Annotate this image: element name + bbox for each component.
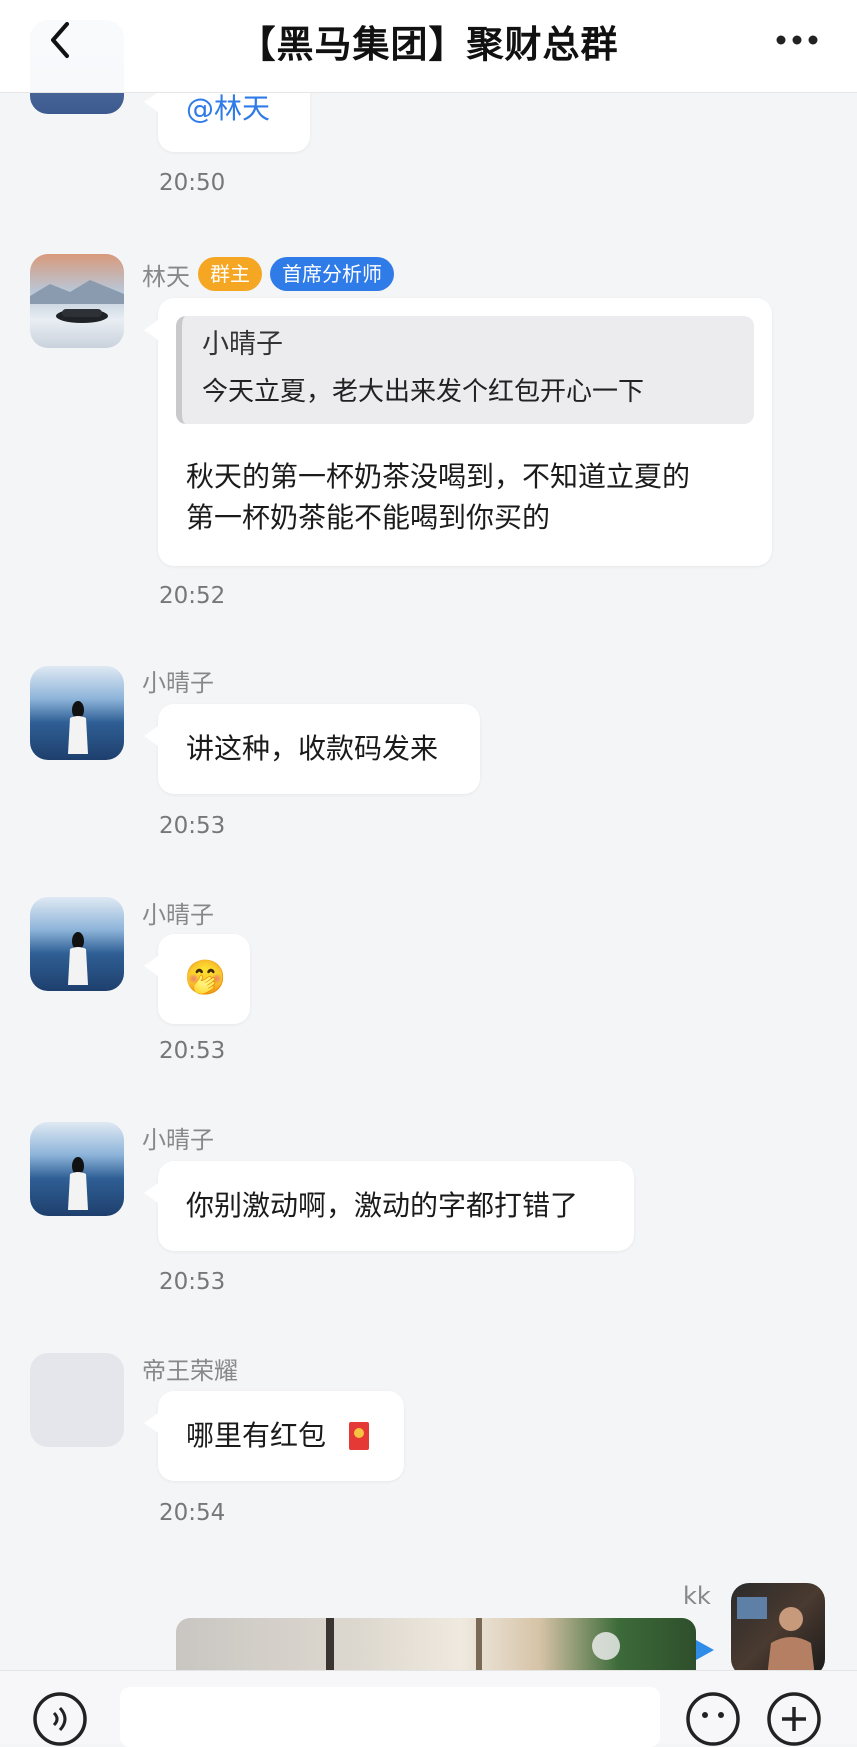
sender-name: 小晴子 bbox=[142, 900, 214, 929]
sender-name: 林天 bbox=[142, 262, 190, 291]
more-dots-icon bbox=[776, 35, 818, 45]
sender-name: kk bbox=[683, 1582, 711, 1610]
message-time: 20:54 bbox=[159, 1500, 226, 1526]
quote-author: 小晴子 bbox=[202, 329, 283, 360]
message-time: 20:52 bbox=[159, 583, 226, 609]
avatar[interactable] bbox=[30, 666, 124, 760]
message-time: 20:50 bbox=[159, 170, 226, 196]
mention-text[interactable]: @林天 bbox=[186, 88, 270, 129]
sender-name: 小晴子 bbox=[142, 1125, 214, 1154]
red-packet-icon bbox=[349, 1422, 369, 1450]
chat-title: 【黑马集团】聚财总群 bbox=[238, 23, 619, 66]
message-text: 你别激动啊，激动的字都打错了 bbox=[186, 1189, 579, 1222]
avatar[interactable] bbox=[30, 1122, 124, 1216]
message-text-line: 秋天的第一杯奶茶没喝到，不知道立夏的 bbox=[186, 460, 691, 493]
message-text: 讲这种，收款码发来 bbox=[186, 732, 439, 765]
message-bubble[interactable]: 你别激动啊，激动的字都打错了 bbox=[144, 1161, 634, 1251]
photo-content bbox=[326, 1618, 620, 1670]
avatar[interactable] bbox=[30, 1353, 124, 1447]
input-bar bbox=[0, 1670, 857, 1747]
message-bubble[interactable]: 🤭 bbox=[144, 934, 250, 1024]
chat-header: 【黑马集团】聚财总群 bbox=[0, 0, 857, 93]
title-badge: 首席分析师 bbox=[270, 257, 394, 291]
person-avatar-image bbox=[737, 1597, 815, 1677]
girl-avatar-image bbox=[68, 1157, 88, 1210]
voice-icon[interactable] bbox=[32, 1691, 88, 1747]
message-bubble[interactable]: 讲这种，收款码发来 bbox=[144, 704, 480, 794]
girl-avatar-image bbox=[68, 932, 88, 985]
message-text: 哪里有红包 bbox=[186, 1419, 327, 1452]
message-time: 20:53 bbox=[159, 1038, 226, 1064]
car-avatar-image bbox=[30, 280, 124, 323]
sender-row: 帝王荣耀 bbox=[142, 1350, 238, 1386]
owner-badge: 群主 bbox=[198, 257, 262, 291]
sender-name: 小晴子 bbox=[142, 668, 214, 697]
quote-text: 今天立夏，老大出来发个红包开心一下 bbox=[202, 377, 645, 407]
message-time: 20:53 bbox=[159, 1269, 226, 1295]
message-bubble[interactable]: 哪里有红包 bbox=[144, 1391, 404, 1481]
bubble-tail-icon bbox=[696, 1640, 714, 1660]
avatar[interactable] bbox=[731, 1583, 825, 1677]
sender-row: 小晴子 bbox=[142, 1119, 214, 1155]
avatar[interactable] bbox=[30, 897, 124, 991]
sender-row: 小晴子 bbox=[142, 662, 214, 698]
emoji-sticker: 🤭 bbox=[184, 958, 227, 998]
avatar[interactable] bbox=[30, 254, 124, 348]
girl-avatar-image bbox=[68, 701, 88, 754]
emoji-icon[interactable] bbox=[685, 1691, 741, 1747]
plus-icon[interactable] bbox=[766, 1691, 822, 1747]
sender-row: 林天 群主 首席分析师 bbox=[142, 256, 394, 292]
more-button[interactable] bbox=[767, 14, 827, 66]
message-text-line: 第一杯奶茶能不能喝到你买的 bbox=[186, 501, 551, 534]
shared-image-message[interactable] bbox=[176, 1618, 696, 1670]
message-input[interactable] bbox=[120, 1687, 660, 1747]
message-bubble[interactable]: 小晴子 今天立夏，老大出来发个红包开心一下 秋天的第一杯奶茶没喝到，不知道立夏的… bbox=[144, 298, 772, 566]
sender-name: 帝王荣耀 bbox=[142, 1356, 238, 1385]
quoted-message[interactable]: 小晴子 今天立夏，老大出来发个红包开心一下 bbox=[176, 316, 754, 424]
sender-row: 小晴子 bbox=[142, 894, 214, 930]
message-time: 20:53 bbox=[159, 813, 226, 839]
